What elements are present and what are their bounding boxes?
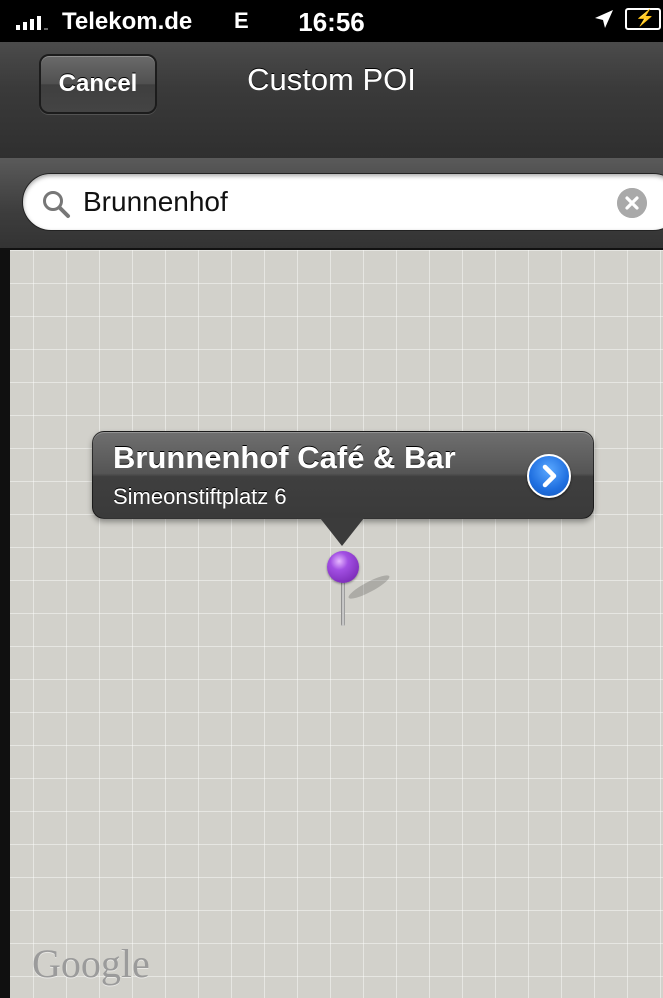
callout-subtitle: Simeonstiftplatz 6 xyxy=(113,484,287,509)
page-title: Custom POI xyxy=(247,62,416,97)
google-attribution: Google xyxy=(32,941,150,986)
poi-callout[interactable]: Brunnenhof Café & Bar Simeonstiftplatz 6 xyxy=(92,431,594,519)
location-arrow-icon xyxy=(595,10,613,28)
search-bar xyxy=(0,158,663,250)
battery-charging-icon: ⚡ xyxy=(625,8,661,30)
navigation-bar: Cancel Custom POI xyxy=(0,42,663,159)
chevron-right-icon xyxy=(542,464,557,488)
map-edge xyxy=(0,250,10,998)
search-field[interactable] xyxy=(22,173,663,231)
clock: 16:56 xyxy=(298,7,365,37)
magnifier-icon xyxy=(43,191,70,218)
clear-x-icon[interactable] xyxy=(617,188,647,218)
search-input[interactable] xyxy=(83,174,603,230)
status-bar: Telekom.de E 16:56 ⚡ xyxy=(0,0,663,42)
map-view[interactable] xyxy=(0,250,663,998)
callout-title: Brunnenhof Café & Bar xyxy=(113,440,456,475)
detail-disclosure-button[interactable] xyxy=(527,454,571,498)
callout-pointer xyxy=(320,518,364,546)
status-icons: ⚡ xyxy=(593,8,661,30)
purple-pin-icon[interactable] xyxy=(327,551,359,583)
